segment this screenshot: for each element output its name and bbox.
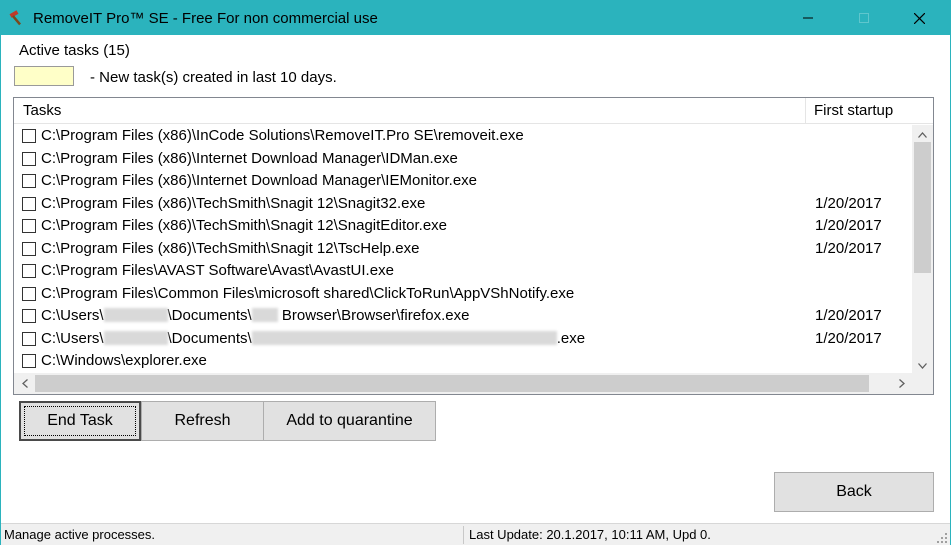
minimize-icon bbox=[803, 13, 813, 23]
chevron-up-icon bbox=[918, 125, 927, 143]
row-checkbox[interactable] bbox=[22, 174, 36, 188]
back-button[interactable]: Back bbox=[774, 472, 934, 512]
table-row[interactable]: C:\Users\ \Documents\ Browser\Browser\fir… bbox=[14, 305, 912, 328]
task-path: C:\Program Files (x86)\Internet Download… bbox=[41, 149, 458, 167]
task-rows: C:\Program Files (x86)\InCode Solutions\… bbox=[14, 125, 912, 373]
path-segment: C:\Users\ bbox=[41, 307, 104, 324]
status-message: Manage active processes. bbox=[4, 526, 464, 544]
table-row[interactable]: C:\Program Files (x86)\InCode Solutions\… bbox=[14, 125, 912, 148]
row-checkbox[interactable] bbox=[22, 309, 36, 323]
table-row[interactable]: C:\Windows\explorer.exe bbox=[14, 350, 912, 373]
chevron-right-icon bbox=[898, 375, 905, 393]
row-checkbox[interactable] bbox=[22, 196, 36, 211]
active-tasks-label: Active tasks (15) bbox=[19, 42, 130, 59]
task-path: C:\Program Files (x86)\Internet Download… bbox=[41, 172, 478, 189]
path-segment: .exe bbox=[556, 329, 586, 347]
resize-grip-icon[interactable] bbox=[936, 531, 948, 543]
last-update-status: Last Update: 20.1.2017, 10:11 AM, Upd 0. bbox=[469, 527, 711, 542]
path-segment: \Documents\ bbox=[167, 307, 252, 324]
row-checkbox[interactable] bbox=[22, 331, 36, 346]
minimize-button[interactable] bbox=[785, 1, 831, 35]
row-checkbox[interactable] bbox=[22, 354, 36, 368]
table-row[interactable]: C:\Program Files (x86)\TechSmith\Snagit … bbox=[14, 238, 912, 261]
new-task-legend-swatch bbox=[14, 66, 74, 86]
chevron-down-icon bbox=[918, 356, 927, 374]
row-checkbox[interactable] bbox=[22, 151, 36, 166]
row-checkbox[interactable] bbox=[22, 264, 36, 278]
task-first-startup: 1/20/2017 bbox=[815, 307, 882, 324]
task-path: C:\Program Files\AVAST Software\Avast\Av… bbox=[41, 262, 394, 279]
table-row[interactable]: C:\Program Files\Common Files\microsoft … bbox=[14, 283, 912, 306]
task-path: C:\Program Files (x86)\InCode Solutions\… bbox=[41, 127, 524, 144]
scroll-up-button[interactable] bbox=[912, 125, 933, 142]
vertical-scroll-thumb[interactable] bbox=[914, 142, 931, 273]
redacted-folder bbox=[251, 308, 278, 322]
hammer-icon bbox=[9, 10, 25, 26]
maximize-icon bbox=[859, 13, 869, 23]
task-path: C:\Program Files (x86)\TechSmith\Snagit … bbox=[41, 239, 420, 257]
task-path: C:\Users\ \Documents\ .exe bbox=[41, 330, 585, 348]
table-row[interactable]: C:\Program Files (x86)\TechSmith\Snagit … bbox=[14, 193, 912, 216]
row-checkbox[interactable] bbox=[22, 241, 36, 256]
path-segment: \Documents\ bbox=[167, 329, 252, 347]
status-bar: Manage active processes. Last Update: 20… bbox=[1, 523, 950, 545]
column-header-tasks[interactable]: Tasks bbox=[14, 98, 806, 124]
scroll-corner bbox=[912, 373, 933, 394]
maximize-button[interactable] bbox=[841, 1, 887, 35]
task-path: C:\Program Files (x86)\TechSmith\Snagit … bbox=[41, 194, 426, 212]
table-row[interactable]: C:\Program Files\AVAST Software\Avast\Av… bbox=[14, 260, 912, 283]
column-header-first-startup[interactable]: First startup bbox=[806, 98, 916, 124]
window-title: RemoveIT Pro™ SE - Free For non commerci… bbox=[33, 10, 378, 27]
path-segment: Browser\Browser\firefox.exe bbox=[277, 307, 470, 324]
row-checkbox[interactable] bbox=[22, 219, 36, 233]
task-path: C:\Users\ \Documents\ Browser\Browser\fir… bbox=[41, 307, 469, 325]
close-icon bbox=[913, 12, 925, 24]
focus-rectangle bbox=[24, 406, 136, 436]
app-window: RemoveIT Pro™ SE - Free For non commerci… bbox=[0, 0, 951, 545]
horizontal-scroll-thumb[interactable] bbox=[35, 375, 869, 392]
chevron-left-icon bbox=[21, 375, 28, 393]
row-checkbox[interactable] bbox=[22, 286, 36, 301]
task-path: C:\Windows\explorer.exe bbox=[41, 352, 207, 369]
new-task-legend-text: - New task(s) created in last 10 days. bbox=[90, 69, 337, 86]
task-list[interactable]: Tasks First startup C:\Program Files (x8… bbox=[13, 97, 934, 395]
title-bar[interactable]: RemoveIT Pro™ SE - Free For non commerci… bbox=[1, 1, 950, 35]
task-first-startup: 1/20/2017 bbox=[815, 239, 882, 257]
table-row[interactable]: C:\Program Files (x86)\TechSmith\Snagit … bbox=[14, 215, 912, 238]
vertical-scrollbar[interactable] bbox=[912, 125, 933, 373]
scroll-down-button[interactable] bbox=[912, 356, 933, 373]
task-first-startup: 1/20/2017 bbox=[815, 194, 882, 212]
table-row[interactable]: C:\Program Files (x86)\Internet Download… bbox=[14, 148, 912, 171]
table-row[interactable]: C:\Program Files (x86)\Internet Download… bbox=[14, 170, 912, 193]
task-first-startup: 1/20/2017 bbox=[815, 329, 882, 347]
redacted-username bbox=[103, 308, 168, 322]
table-row[interactable]: C:\Users\ \Documents\ .exe 1/20/2017 bbox=[14, 328, 912, 351]
scroll-left-button[interactable] bbox=[14, 373, 35, 394]
path-segment: C:\Users\ bbox=[41, 329, 104, 347]
end-task-button[interactable]: End Task bbox=[19, 401, 141, 441]
task-path: C:\Program Files (x86)\TechSmith\Snagit … bbox=[41, 217, 448, 234]
task-path: C:\Program Files\Common Files\microsoft … bbox=[41, 284, 575, 302]
horizontal-scrollbar[interactable] bbox=[14, 373, 912, 394]
add-to-quarantine-button[interactable]: Add to quarantine bbox=[263, 401, 436, 441]
redacted-username bbox=[103, 330, 168, 345]
list-header: Tasks First startup bbox=[14, 98, 933, 124]
scroll-right-button[interactable] bbox=[891, 373, 912, 394]
refresh-button[interactable]: Refresh bbox=[141, 401, 264, 441]
task-first-startup: 1/20/2017 bbox=[815, 217, 882, 234]
close-button[interactable] bbox=[896, 1, 942, 35]
row-checkbox[interactable] bbox=[22, 129, 36, 143]
redacted-path bbox=[251, 330, 557, 345]
